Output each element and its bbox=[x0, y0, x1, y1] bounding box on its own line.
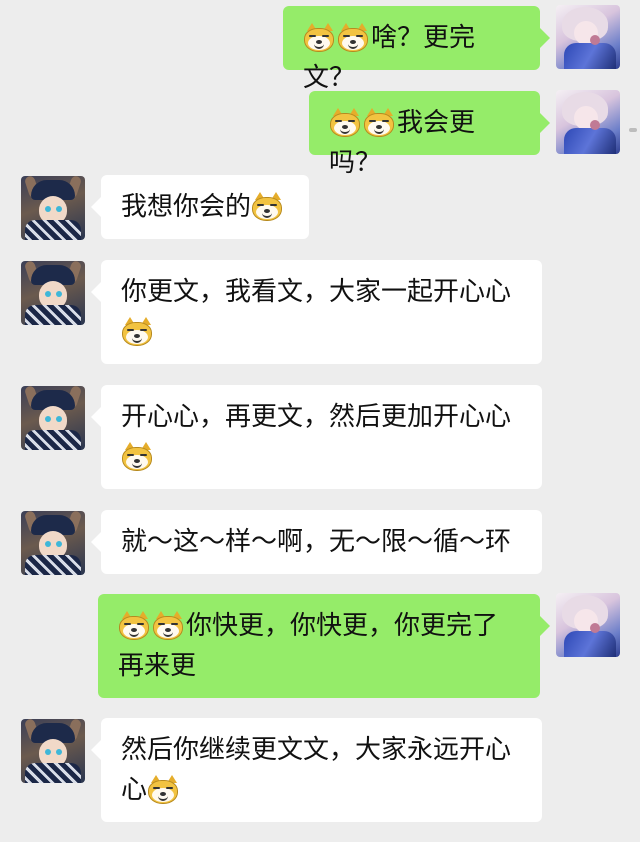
doge-emoji-icon bbox=[121, 316, 153, 346]
doge-emoji-icon bbox=[329, 107, 361, 137]
doge-emoji-icon bbox=[121, 441, 153, 471]
message-bubble-received[interactable]: 我想你会的 bbox=[91, 175, 309, 239]
doge-emoji-icon bbox=[147, 774, 179, 804]
message-text: 就～这～样～啊，无～限～循～环 bbox=[121, 527, 512, 557]
contact-avatar[interactable] bbox=[21, 719, 85, 783]
message-text: 你更文，我看文，大家一起开心心 bbox=[121, 277, 512, 307]
message-bubble-sent[interactable]: 你快更，你快更，你更完了 再来更 bbox=[98, 594, 550, 698]
doge-emoji-icon bbox=[152, 610, 184, 640]
doge-emoji-icon bbox=[251, 191, 283, 221]
user-avatar[interactable] bbox=[556, 5, 620, 69]
user-avatar[interactable] bbox=[556, 593, 620, 657]
contact-avatar[interactable] bbox=[21, 261, 85, 325]
message-bubble-sent[interactable]: 啥？更完文？ bbox=[283, 6, 550, 93]
message-text: 再来更 bbox=[118, 651, 197, 681]
scrollbar-indicator[interactable] bbox=[629, 128, 637, 132]
doge-emoji-icon bbox=[337, 22, 369, 52]
user-avatar[interactable] bbox=[556, 90, 620, 154]
message-text: 然后你继续更文文，大家永远开心 bbox=[121, 735, 512, 765]
contact-avatar[interactable] bbox=[21, 386, 85, 450]
message-bubble-received[interactable]: 就～这～样～啊，无～限～循～环 bbox=[91, 510, 542, 574]
message-bubble-received[interactable]: 你更文，我看文，大家一起开心心 bbox=[91, 260, 542, 364]
contact-avatar[interactable] bbox=[21, 176, 85, 240]
message-bubble-received[interactable]: 开心心，再更文，然后更加开心心 bbox=[91, 385, 542, 489]
message-text: 心 bbox=[121, 775, 148, 805]
message-text: 你快更，你快更，你更完了 bbox=[186, 611, 499, 641]
message-text: 我想你会的 bbox=[121, 192, 252, 222]
message-bubble-received[interactable]: 然后你继续更文文，大家永远开心 心 bbox=[91, 718, 542, 822]
doge-emoji-icon bbox=[303, 22, 335, 52]
contact-avatar[interactable] bbox=[21, 511, 85, 575]
message-bubble-sent[interactable]: 我会更吗？ bbox=[309, 91, 550, 178]
doge-emoji-icon bbox=[118, 610, 150, 640]
doge-emoji-icon bbox=[363, 107, 395, 137]
message-text: 开心心，再更文，然后更加开心心 bbox=[121, 402, 512, 432]
